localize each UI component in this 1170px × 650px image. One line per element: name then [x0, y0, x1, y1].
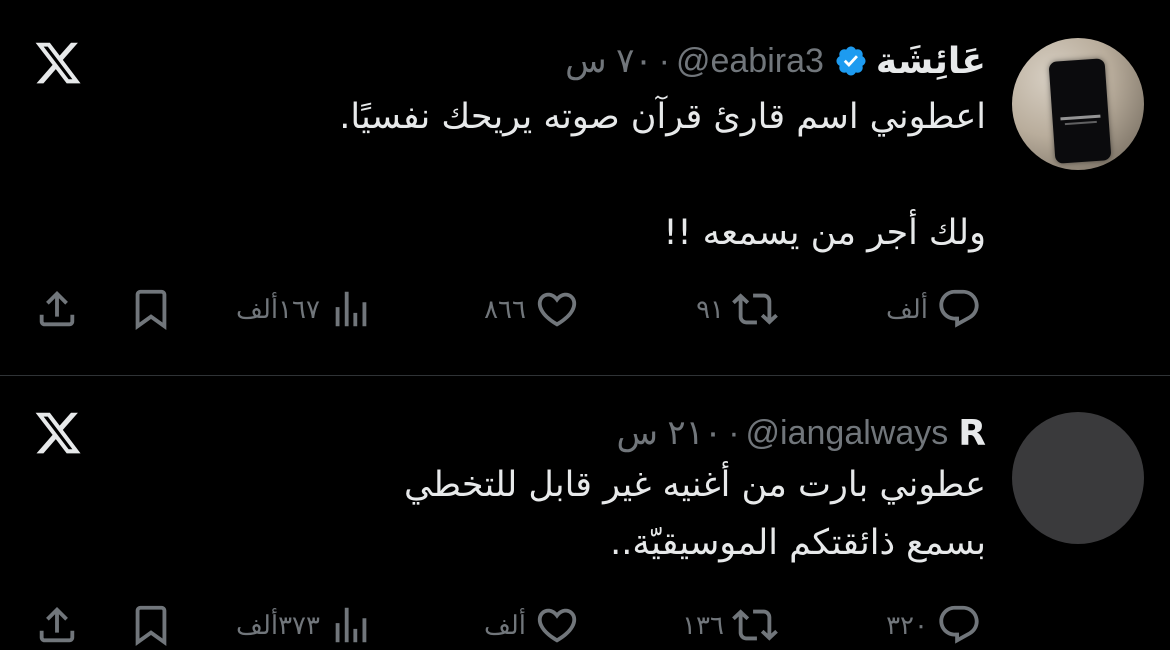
heart-icon: [534, 286, 580, 332]
avatar[interactable]: [1012, 412, 1144, 544]
views-count: ٣٧٣ألف: [236, 609, 320, 640]
reply-count: ألف: [885, 293, 928, 324]
reply-icon: [936, 286, 982, 332]
tweet[interactable]: عَائِشَة @eabira3 · ٧٠ س اعطوني اسم قارئ…: [0, 0, 1170, 375]
retweet-count: ١٣٦: [682, 609, 724, 640]
heart-icon: [534, 602, 580, 648]
share-icon: [34, 286, 80, 332]
share-button[interactable]: [34, 600, 80, 650]
retweet-icon: [732, 286, 778, 332]
reply-button[interactable]: ٣٢٠: [886, 600, 982, 650]
handle[interactable]: @eabira3: [676, 42, 824, 81]
display-name[interactable]: عَائِشَة: [876, 41, 986, 82]
views-icon: [328, 602, 374, 648]
views-count: ١٦٧ألف: [236, 293, 320, 324]
display-name[interactable]: R: [958, 413, 986, 454]
verified-badge-icon: [834, 44, 868, 78]
retweet-count: ٩١: [696, 293, 724, 324]
like-button[interactable]: ٨٦٦: [484, 284, 580, 334]
share-button[interactable]: [34, 284, 80, 334]
separator-dot: ·: [728, 413, 740, 452]
tweet-text: اعطوني اسم قارئ قرآن صوته يريحك نفسيًا. …: [339, 97, 986, 253]
bookmark-button[interactable]: [128, 600, 174, 650]
bookmark-button[interactable]: [128, 284, 174, 334]
retweet-button[interactable]: ١٣٦: [682, 600, 778, 650]
views-button[interactable]: ١٦٧ألف: [236, 284, 374, 334]
tweet[interactable]: R @iangalways · ٢١٠ س عطوني بارت من أغني…: [0, 376, 1170, 649]
timestamp[interactable]: ٧٠ س: [565, 41, 652, 81]
retweet-icon: [732, 602, 778, 648]
handle[interactable]: @iangalways: [746, 414, 949, 453]
avatar-photo: [1048, 58, 1112, 164]
views-button[interactable]: ٣٧٣ألف: [236, 600, 374, 650]
reply-icon: [936, 602, 982, 648]
separator-dot: ·: [658, 41, 670, 80]
like-button[interactable]: ألف: [484, 600, 580, 650]
x-logo-icon[interactable]: [33, 38, 83, 88]
timestamp[interactable]: ٢١٠ س: [616, 413, 722, 453]
like-count: ٨٦٦: [484, 293, 526, 324]
tweet-header: R @iangalways · ٢١٠ س: [616, 408, 986, 458]
action-bar: ألف ٩١ ٨٦٦ ١٦٧ألف: [0, 284, 1170, 334]
avatar[interactable]: [1012, 38, 1144, 170]
x-logo-icon[interactable]: [33, 408, 83, 458]
share-icon: [34, 602, 80, 648]
tweet-text: عطوني بارت من أغنيه غير قابل للتخطي بسمع…: [403, 465, 986, 563]
views-icon: [328, 286, 374, 332]
reply-count: ٣٢٠: [886, 609, 928, 640]
reply-button[interactable]: ألف: [886, 284, 982, 334]
bookmark-icon: [128, 286, 174, 332]
tweet-header: عَائِشَة @eabira3 · ٧٠ س: [565, 36, 986, 86]
bookmark-icon: [128, 602, 174, 648]
action-bar: ٣٢٠ ١٣٦ ألف ٣٧٣ألف: [0, 600, 1170, 650]
retweet-button[interactable]: ٩١: [696, 284, 778, 334]
like-count: ألف: [483, 609, 526, 640]
